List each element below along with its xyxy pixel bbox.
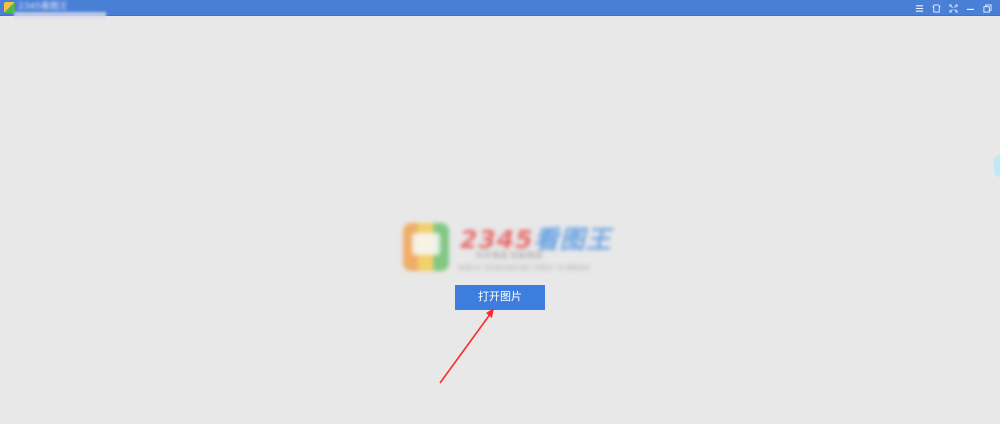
skin-icon[interactable]: [932, 3, 941, 13]
logo-description: 极速打开 支持更多图片格式 免费无广告 精致体验: [458, 265, 590, 272]
menu-icon[interactable]: [915, 4, 924, 13]
logo-mark-icon: [403, 223, 449, 271]
logo-tagline: 科学看图 智能看图: [476, 251, 543, 260]
side-panel-handle[interactable]: [994, 155, 1000, 177]
annotation-arrow-icon: [439, 308, 494, 384]
title-bar: 2345看图王: [0, 0, 1000, 16]
minimize-icon[interactable]: [966, 4, 975, 13]
product-logo: 2345看图王 科学看图 智能看图 极速打开 支持更多图片格式 免费无广告 精致…: [400, 218, 611, 276]
blurred-subtitle: [14, 12, 106, 19]
fullscreen-icon[interactable]: [949, 3, 958, 13]
window-controls: [915, 0, 992, 16]
restore-icon[interactable]: [983, 3, 992, 13]
open-image-button[interactable]: 打开图片: [455, 285, 545, 310]
